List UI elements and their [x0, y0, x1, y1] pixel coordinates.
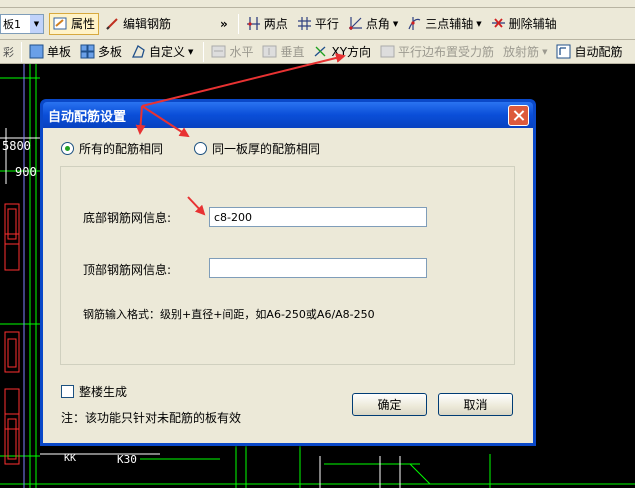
two-point-label: 两点	[263, 17, 288, 31]
custom-polygon-icon	[131, 44, 146, 59]
close-icon[interactable]	[508, 104, 529, 126]
radio-all-same-label: 所有的配筋相同	[79, 142, 164, 156]
radio-unchecked-icon	[194, 142, 207, 155]
chevron-down-icon[interactable]: ▼	[188, 48, 193, 56]
toolbar-separator	[203, 41, 205, 62]
multi-slab-icon	[80, 44, 95, 59]
auto-rebar-button[interactable]: 自动配筋	[553, 41, 625, 63]
bottom-rebar-label: 底部钢筋网信息:	[83, 211, 172, 225]
parallel-button[interactable]: 平行	[294, 13, 342, 35]
chevron-down-icon[interactable]: ▼	[393, 20, 398, 28]
toolbar-separator	[237, 13, 239, 34]
three-point-axis-icon	[407, 16, 422, 31]
radio-same-thickness[interactable]: 同一板厚的配筋相同	[194, 140, 320, 157]
horizontal-rebar-icon	[211, 44, 226, 59]
format-hint: 钢筋输入格式：级别+直径+间距，如A6-250或A6/A8-250	[83, 308, 375, 321]
cut-label[interactable]: 彩	[0, 44, 17, 60]
checkbox-unchecked-icon	[61, 385, 74, 398]
xy-direction-label: XY方向	[331, 45, 372, 59]
auto-rebar-icon	[556, 44, 571, 59]
radial-label: 放射筋	[503, 45, 540, 59]
xy-direction-button[interactable]: XY方向	[310, 41, 374, 63]
radio-checked-icon	[61, 142, 74, 155]
dimension-5800: 5800	[2, 139, 31, 153]
two-point-button[interactable]: 两点	[243, 13, 291, 35]
toolbar-top-partial	[0, 0, 635, 8]
cancel-button[interactable]: 取消	[438, 393, 513, 416]
multi-slab-button[interactable]: 多板	[77, 41, 125, 63]
edit-rebar-label: 编辑钢筋	[123, 17, 172, 31]
single-slab-button[interactable]: 单板	[26, 41, 74, 63]
dialog-body: 所有的配筋相同 同一板厚的配筋相同 底部钢筋网信息: 顶部钢筋网信息: 钢筋输入…	[43, 128, 533, 443]
toolbar-1: 板1 ▼ 属性 编辑钢筋 » 两点 平行 点角 ▼ 三点辅轴 ▼ 删除辅轴	[0, 8, 635, 40]
dialog-note: 注：该功能只针对未配筋的板有效	[61, 411, 242, 425]
custom-button[interactable]: 自定义 ▼	[128, 41, 196, 63]
bottom-rebar-input[interactable]	[209, 207, 427, 227]
whole-floor-checkbox[interactable]: 整楼生成	[61, 383, 127, 400]
toolbar-separator	[21, 41, 22, 62]
dialog-title: 自动配筋设置	[48, 109, 127, 125]
parallel-label: 平行	[314, 17, 339, 31]
radial-button[interactable]: 放射筋 ▼	[500, 41, 550, 63]
property-icon	[53, 16, 68, 31]
toolbar-2: 彩 单板 多板 自定义 ▼ 水平 垂直 XY方向 平行边布置受力筋 放射筋 ▼ …	[0, 40, 635, 64]
multi-slab-label: 多板	[98, 45, 123, 59]
property-label: 属性	[71, 17, 96, 31]
xy-direction-icon	[313, 44, 328, 59]
horizontal-label: 水平	[229, 45, 254, 59]
radio-all-same[interactable]: 所有的配筋相同	[61, 140, 163, 157]
vertical-button[interactable]: 垂直	[259, 41, 307, 63]
three-point-aux-button[interactable]: 三点辅轴 ▼	[404, 13, 484, 35]
horizontal-button[interactable]: 水平	[208, 41, 256, 63]
parallel-edge-label: 平行边布置受力筋	[398, 45, 495, 59]
layer-select-value: 板1	[3, 17, 21, 31]
auto-rebar-label: 自动配筋	[574, 45, 623, 59]
delete-aux-label: 删除辅轴	[508, 17, 557, 31]
chevron-down-icon[interactable]: ▼	[476, 20, 481, 28]
whole-floor-label: 整楼生成	[79, 385, 128, 399]
vertical-rebar-icon	[262, 44, 277, 59]
parallel-axis-icon	[297, 16, 312, 31]
cad-tag-kk: KK	[64, 453, 77, 464]
top-rebar-label: 顶部钢筋网信息:	[83, 263, 172, 277]
angle-label: 点角	[365, 17, 390, 31]
edit-rebar-button[interactable]: 编辑钢筋	[102, 13, 174, 35]
cad-tag-k30: K30	[117, 453, 137, 466]
parallel-edge-button[interactable]: 平行边布置受力筋	[377, 41, 497, 63]
radio-same-thickness-label: 同一板厚的配筋相同	[212, 142, 321, 156]
parallel-edge-icon	[380, 44, 395, 59]
pencil-icon	[105, 16, 120, 31]
vertical-label: 垂直	[280, 45, 305, 59]
single-slab-label: 单板	[47, 45, 72, 59]
angle-button[interactable]: 点角 ▼	[345, 13, 401, 35]
three-point-aux-label: 三点辅轴	[425, 17, 474, 31]
single-slab-icon	[29, 44, 44, 59]
property-button[interactable]: 属性	[49, 12, 100, 35]
more-chevron-icon[interactable]: »	[217, 13, 231, 35]
top-rebar-input[interactable]	[209, 258, 427, 278]
ok-button[interactable]: 确定	[352, 393, 427, 416]
auto-rebar-settings-dialog: 自动配筋设置 所有的配筋相同 同一板厚的配筋相同 底部钢筋网信息: 顶部钢筋网信…	[40, 99, 536, 446]
angle-axis-icon	[348, 16, 363, 31]
custom-label: 自定义	[149, 45, 186, 59]
dialog-titlebar[interactable]: 自动配筋设置	[43, 102, 533, 128]
layer-select[interactable]: 板1 ▼	[0, 13, 44, 34]
rebar-info-group: 底部钢筋网信息: 顶部钢筋网信息: 钢筋输入格式：级别+直径+间距，如A6-25…	[60, 166, 515, 365]
delete-aux-button[interactable]: 删除辅轴	[488, 13, 560, 35]
two-point-axis-icon	[246, 16, 261, 31]
chevron-down-icon[interactable]: ▼	[542, 48, 547, 56]
chevron-down-icon[interactable]: ▼	[30, 14, 43, 33]
dimension-900: 900	[15, 165, 37, 179]
delete-axis-icon	[491, 16, 506, 31]
